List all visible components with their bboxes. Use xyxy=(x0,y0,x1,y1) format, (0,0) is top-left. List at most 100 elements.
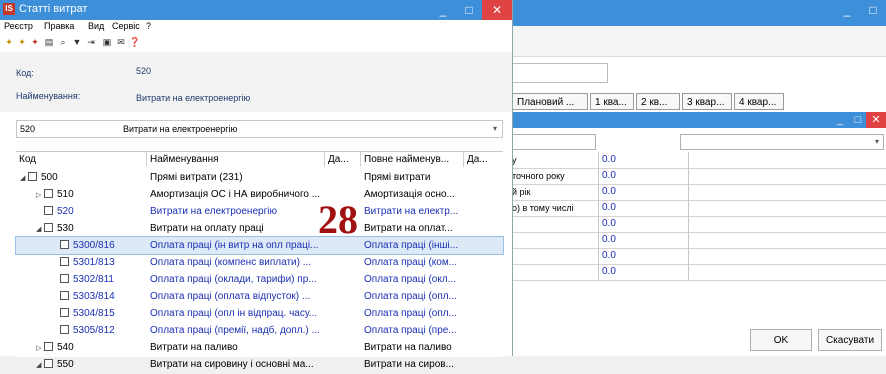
tree-row[interactable]: ▷ 540 Витрати на паливо Витрати на паливо xyxy=(16,339,503,356)
row-code-cell: 5301/813 xyxy=(52,254,144,271)
close-icon[interactable]: ✕ xyxy=(482,0,512,20)
row-checkbox[interactable] xyxy=(60,307,69,317)
row-name: Оплата праці (опл ін відпрац. часу... xyxy=(150,308,318,319)
row-name: Витрати на сировину і основні ма... xyxy=(150,359,314,370)
collapse-icon[interactable]: ◢ xyxy=(20,170,28,187)
inner-grid-row[interactable]: й рік 0.0 xyxy=(512,184,886,201)
inner-grid-row[interactable]: 0.0 xyxy=(512,264,886,281)
row-full-name: Амортизація осно... xyxy=(364,189,455,200)
column-header-date1[interactable]: Да... xyxy=(325,152,361,167)
inner-grid-row[interactable]: о) в тому числі 0.0 xyxy=(512,200,886,217)
period-tab[interactable]: 2 кв... xyxy=(636,93,680,110)
period-tab[interactable]: 4 квар... xyxy=(734,93,784,110)
inner-grid-row[interactable]: 0.0 xyxy=(512,248,886,265)
expand-icon[interactable]: ▷ xyxy=(36,187,44,204)
delete-icon[interactable]: ✦ xyxy=(29,36,41,48)
tree-row[interactable]: ◢ 550 Витрати на сировину і основні ма... В… xyxy=(16,356,503,373)
item-selector-combo[interactable]: 520 Витрати на електроенергію ▾ xyxy=(16,120,503,138)
tree-row[interactable]: 5301/813 Оплата праці (компенс виплати) .… xyxy=(16,254,503,271)
row-name: Оплата праці (премії, надб, допл.) ... xyxy=(150,325,320,336)
tree-row[interactable]: 5303/814 Оплата праці (оплата відпусток) … xyxy=(16,288,503,305)
tree-row[interactable]: ▷ 510 Амортизація ОС і НА виробничого ... А… xyxy=(16,186,503,203)
period-tab[interactable]: 1 ква... xyxy=(590,93,634,110)
tree-row[interactable]: ◢ 500 Прямі витрати (231) Прямі витрати xyxy=(16,169,503,186)
inner-grid-row[interactable]: у 0.0 xyxy=(512,152,886,169)
filter-icon[interactable]: ▼ xyxy=(71,36,83,48)
inner-row-value[interactable]: 0.0 xyxy=(598,168,690,184)
selector-code: 520 xyxy=(20,124,36,134)
inner-row-value[interactable]: 0.0 xyxy=(598,232,690,248)
row-full-name: Оплата праці (інші... xyxy=(364,240,459,251)
menu-registry[interactable]: Реєстр xyxy=(4,21,33,31)
period-tab[interactable]: Плановий ... xyxy=(512,93,588,110)
inner-grid-row[interactable]: 0.0 xyxy=(512,232,886,249)
inner-row-value[interactable]: 0.0 xyxy=(598,264,690,280)
inner-row-value[interactable]: 0.0 xyxy=(598,216,690,232)
ok-button[interactable]: OK xyxy=(750,329,812,351)
item-form: Код: 520 Найменування: Витрати на електр… xyxy=(0,52,512,112)
search-icon[interactable]: ⌕ xyxy=(57,36,69,48)
maximize-icon[interactable]: □ xyxy=(850,112,866,128)
mail-icon[interactable]: ✉ xyxy=(115,36,127,48)
tree-row[interactable]: 5305/812 Оплата праці (премії, надб, допл… xyxy=(16,322,503,339)
maximize-icon[interactable]: □ xyxy=(456,0,482,20)
inner-row-value[interactable]: 0.0 xyxy=(598,200,690,216)
tree-row[interactable]: 520 Витрати на електроенергію Витрати на е… xyxy=(16,203,503,220)
row-full-name: Оплата праці (опл... xyxy=(364,291,457,302)
collapse-icon[interactable]: ◢ xyxy=(36,221,44,238)
collapse-icon[interactable]: ◢ xyxy=(36,357,44,374)
inner-combo-left[interactable] xyxy=(512,134,596,150)
menu-help[interactable]: ? xyxy=(146,21,151,31)
inner-grid-row[interactable]: точного року 0.0 xyxy=(512,168,886,185)
minimize-icon[interactable]: _ xyxy=(830,112,850,128)
row-checkbox[interactable] xyxy=(44,205,53,215)
inner-row-value[interactable]: 0.0 xyxy=(598,184,690,200)
menu-view[interactable]: Вид xyxy=(88,21,104,31)
minimize-icon[interactable]: _ xyxy=(834,0,860,20)
inner-row-label xyxy=(512,216,596,232)
window-titlebar: IS Статті витрат _ □ ✕ xyxy=(0,0,512,20)
menu-service[interactable]: Сервіс xyxy=(112,21,140,31)
new-item-icon[interactable]: ✦ xyxy=(3,36,15,48)
tree-row[interactable]: 5302/811 Оплата праці (оклади, тарифи) пр… xyxy=(16,271,503,288)
minimize-icon[interactable]: _ xyxy=(430,0,456,20)
transfer-icon[interactable]: ⇥ xyxy=(85,36,97,48)
column-header-code[interactable]: Код xyxy=(16,152,147,167)
column-header-date2[interactable]: Да... xyxy=(464,152,503,167)
maximize-icon[interactable]: □ xyxy=(860,0,886,20)
row-checkbox[interactable] xyxy=(44,188,53,198)
tree-row[interactable]: 5304/815 Оплата праці (опл ін відпрац. ча… xyxy=(16,305,503,322)
expand-icon[interactable]: ▷ xyxy=(36,340,44,357)
row-checkbox[interactable] xyxy=(60,273,69,283)
cancel-button[interactable]: Скасувати xyxy=(818,329,882,351)
row-full-name: Витрати на сиров... xyxy=(364,359,454,370)
background-input-field[interactable] xyxy=(512,63,608,83)
inner-combo-right[interactable]: ▾ xyxy=(680,134,884,150)
column-header-name[interactable]: Найменування xyxy=(147,152,325,167)
calendar-icon[interactable]: ▣ xyxy=(101,36,113,48)
tree-row[interactable]: ◢ 530 Витрати на оплату праці Витрати на оп… xyxy=(16,220,503,237)
row-checkbox[interactable] xyxy=(28,171,37,181)
row-checkbox[interactable] xyxy=(44,341,53,351)
print-icon[interactable]: ▤ xyxy=(43,36,55,48)
row-code: 5301/813 xyxy=(73,257,115,268)
tree-row[interactable]: 5300/816 Оплата праці (ін витр на опл пра… xyxy=(15,236,504,255)
help-icon[interactable]: ❓ xyxy=(129,36,141,48)
row-checkbox[interactable] xyxy=(60,324,69,334)
inner-row-value[interactable]: 0.0 xyxy=(598,248,690,264)
inner-grid-row[interactable]: 0.0 xyxy=(512,216,886,233)
period-tab[interactable]: 3 квар... xyxy=(682,93,732,110)
chevron-down-icon[interactable]: ▾ xyxy=(493,124,497,133)
menu-edit[interactable]: Правка xyxy=(44,21,74,31)
column-header-full-name[interactable]: Повне найменув... xyxy=(361,152,464,167)
row-checkbox[interactable] xyxy=(60,239,69,249)
row-checkbox[interactable] xyxy=(44,358,53,368)
new-group-icon[interactable]: ✦ xyxy=(16,36,28,48)
row-checkbox[interactable] xyxy=(60,290,69,300)
row-checkbox[interactable] xyxy=(44,222,53,232)
inner-row-value[interactable]: 0.0 xyxy=(598,152,690,168)
close-icon[interactable]: ✕ xyxy=(866,112,886,128)
row-code: 5303/814 xyxy=(73,291,115,302)
row-code: 5302/811 xyxy=(73,274,114,285)
row-checkbox[interactable] xyxy=(60,256,69,266)
